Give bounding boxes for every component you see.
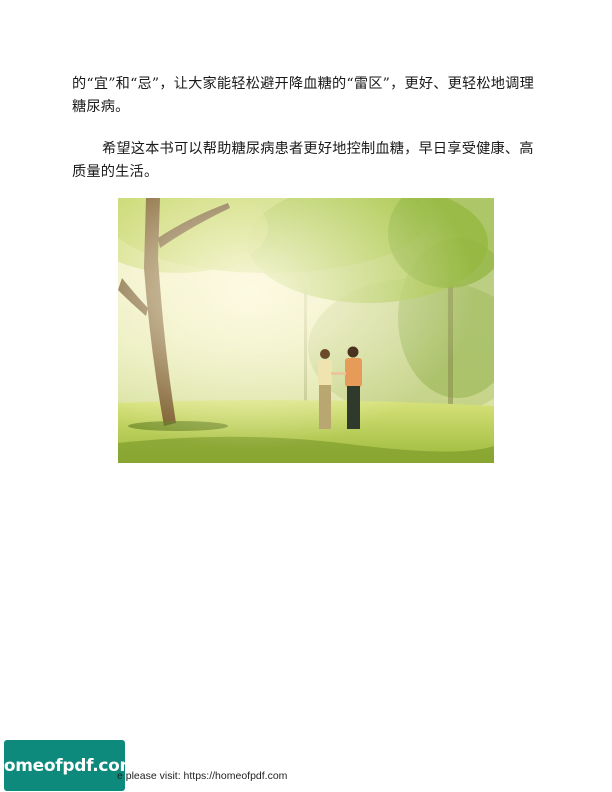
- homeofpdf-logo[interactable]: homeofpdf.com: [0, 740, 137, 791]
- body-paragraph-2: 希望这本书可以帮助糖尿病患者更好地控制血糖，早日享受健康、高质量的生活。: [72, 141, 534, 180]
- park-photo: [118, 198, 494, 463]
- body-paragraph-1: 的“宜”和“忌”，让大家能轻松避开降血糖的“雷区”，更好、更轻松地调理糖尿病。: [72, 76, 534, 115]
- footer-link[interactable]: e please visit: https://homeofpdf.com: [117, 770, 287, 782]
